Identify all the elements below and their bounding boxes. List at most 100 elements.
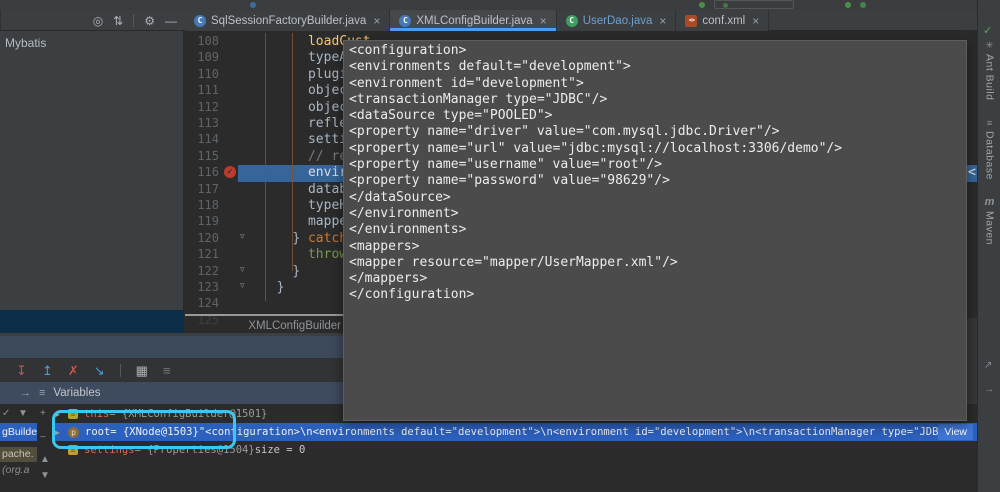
java-class-green-icon: C — [566, 15, 578, 27]
line-number: 120 — [185, 231, 219, 245]
tab-conf.xml[interactable]: <>conf.xml× — [676, 10, 769, 31]
line-number: 115 — [185, 149, 219, 163]
scroll-down-icon[interactable]: ▼ — [40, 470, 50, 481]
editor-tab-bar: ◎ ⇅ ⚙ — CSqlSessionFactoryBuilder.java×CXML… — [0, 10, 1000, 31]
code-text: reflec — [261, 115, 355, 132]
line-number: 119 — [185, 214, 219, 228]
line-number: 117 — [185, 182, 219, 196]
code-text: object — [261, 99, 355, 116]
debug-session-bar — [0, 310, 184, 333]
variables-panel-title: Variables — [53, 387, 100, 399]
value-preview-popup: <configuration><environments default="de… — [343, 40, 967, 421]
pin-icon[interactable]: → — [984, 384, 994, 395]
tool-window-label: Maven — [984, 211, 996, 245]
line-number: 113 — [185, 116, 219, 130]
editor-tabs: CSqlSessionFactoryBuilder.java×CXMLConfi… — [185, 10, 769, 31]
java-class-icon: C — [399, 15, 411, 27]
line-number: 118 — [185, 198, 219, 212]
frame-item[interactable]: gBuilde — [0, 423, 37, 441]
run-icon — [723, 3, 728, 8]
code-text: } — [261, 279, 284, 296]
editor-splitter[interactable] — [185, 314, 343, 316]
editor-breadcrumb[interactable]: XMLConfigBuilder — [185, 317, 342, 335]
popup-xml-line: <mappers> — [349, 239, 966, 255]
java-class-icon: C — [194, 15, 206, 27]
code-text: enviro< — [261, 164, 355, 181]
tab-label: UserDao.java — [583, 15, 653, 27]
popup-xml-line: <environments default="development"> — [349, 59, 966, 75]
code-text: object — [261, 82, 355, 99]
layout-settings-icon[interactable]: ≡ — [163, 364, 171, 377]
tool-window-button-Database[interactable]: ≡ Database — [978, 118, 1000, 180]
debugger-header-strip — [0, 336, 345, 358]
popup-xml-line: <property name="password" value="98629"/… — [349, 173, 966, 189]
add-icon[interactable]: + — [40, 408, 46, 419]
popup-xml-line: </environment> — [349, 206, 966, 222]
scroll-up-icon[interactable]: ▲ — [40, 454, 50, 465]
run-to-cursor-icon[interactable]: ↘ — [94, 364, 105, 377]
line-number: 108 — [185, 34, 219, 48]
filter-icon[interactable]: ▼ — [18, 408, 28, 419]
menu-icon[interactable]: ≡ — [39, 387, 45, 399]
code-token: throw — [308, 247, 347, 262]
line-number: 123 — [185, 280, 219, 294]
remove-icon[interactable]: − — [40, 432, 46, 443]
fold-marker-icon[interactable]: ▿ — [240, 264, 245, 275]
tab-UserDao.java[interactable]: C UserDao.java × — [557, 10, 677, 31]
tab-label: conf.xml — [702, 15, 745, 27]
frame-item[interactable]: pache. — [0, 447, 37, 462]
ide-window: ◎⇅⚙— CSqlSessionFactoryBuilder.java×CXML… — [0, 0, 1000, 492]
tab-SqlSessionFactoryBuilder.java[interactable]: CSqlSessionFactoryBuilder.java× — [185, 10, 390, 31]
close-icon[interactable]: × — [659, 14, 666, 28]
breakpoint-icon[interactable]: ✓ — [224, 166, 236, 178]
settings-icon[interactable]: ⚙ — [144, 15, 155, 27]
ant-icon: ✳ — [986, 40, 994, 51]
step-out-icon[interactable]: ↥ — [42, 364, 53, 377]
popup-xml-line: <dataSource type="POOLED"> — [349, 108, 966, 124]
fold-marker-icon[interactable]: ▿ — [240, 280, 245, 291]
popup-xml-line: </dataSource> — [349, 190, 966, 206]
close-icon[interactable]: × — [373, 14, 380, 28]
line-number: 122 — [185, 264, 219, 278]
pin-tab-icon[interactable]: → — [20, 387, 31, 399]
locate-icon[interactable]: ◎ — [93, 15, 103, 27]
code-text: } — [261, 263, 300, 280]
frame-item[interactable]: (org.a — [0, 463, 37, 478]
popup-xml-line: <property name="username" value="root"/> — [349, 157, 966, 173]
force-step-into-icon[interactable]: ↧ — [16, 364, 27, 377]
variables-header-bar: → ≡ Variables — [0, 382, 345, 404]
annotation-highlight-box — [52, 410, 236, 449]
tab-XMLConfigBuilder.java[interactable]: CXMLConfigBuilder.java× — [390, 10, 556, 31]
project-root-node[interactable]: Mybatis — [5, 36, 46, 50]
tool-window-button-Maven[interactable]: mMaven — [978, 196, 1000, 245]
fold-marker-icon[interactable]: ▿ — [240, 231, 245, 242]
popup-xml-line: </mappers> — [349, 271, 966, 287]
run-config-selector[interactable] — [714, 0, 794, 9]
restore-layout-icon[interactable]: ↗ — [984, 360, 992, 371]
tool-window-label: Ant Build — [984, 54, 996, 101]
tool-window-label: Database — [984, 131, 996, 180]
close-icon[interactable]: × — [752, 14, 759, 28]
evaluate-expression-icon[interactable]: ▦ — [136, 364, 148, 377]
collapse-all-icon[interactable]: ⇅ — [113, 15, 123, 27]
code-text: mapper — [261, 213, 355, 230]
code-token: } — [277, 280, 285, 295]
view-link[interactable]: View — [938, 424, 973, 440]
line-number: 114 — [185, 132, 219, 146]
close-icon[interactable]: × — [540, 14, 547, 28]
popup-xml-line: <configuration> — [349, 43, 966, 59]
line-overflow-text: < — [968, 164, 976, 181]
code-text: throw — [261, 246, 347, 263]
hide-panel-icon[interactable]: — — [165, 15, 177, 27]
debug-step-toolbar: ↧ ↥ ✗ ↘ ▦ ≡ — [0, 358, 345, 382]
popup-xml-line: </configuration> — [349, 287, 966, 303]
line-number: 110 — [185, 67, 219, 81]
tool-window-button-Ant Build[interactable]: ✳ Ant Build — [978, 40, 1000, 101]
code-text: settin — [261, 131, 355, 148]
database-icon: ≡ — [987, 118, 992, 128]
line-number: 111 — [185, 83, 219, 97]
drop-frame-icon[interactable]: ✗ — [68, 364, 79, 377]
checked-icon[interactable]: ✓ — [2, 408, 10, 419]
toolbar-green-icon-2 — [860, 2, 866, 8]
code-text: databa — [261, 181, 355, 198]
